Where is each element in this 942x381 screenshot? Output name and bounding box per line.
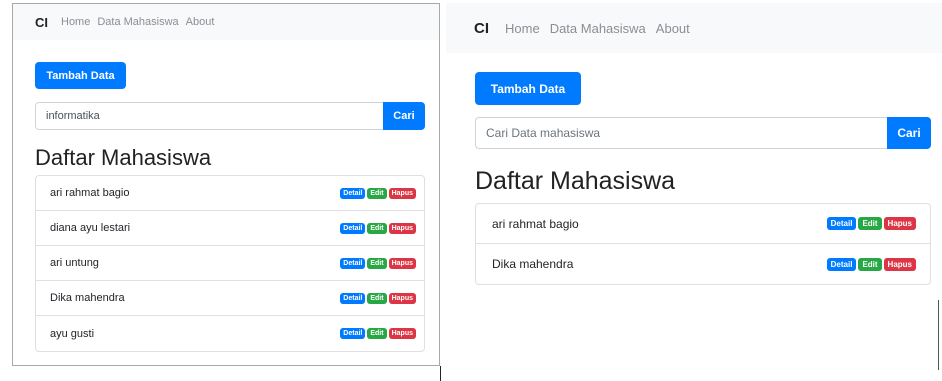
right-screenshot: CI Home Data Mahasiswa About Tambah Data… <box>446 3 942 289</box>
add-data-button[interactable]: Tambah Data <box>35 62 126 89</box>
student-name: Dika mahendra <box>50 292 125 304</box>
page-title: Daftar Mahasiswa <box>475 167 676 195</box>
delete-badge[interactable]: Hapus <box>388 257 416 269</box>
list-item: ayu gusti Detail Edit Hapus <box>36 316 424 351</box>
edit-badge[interactable]: Edit <box>367 222 387 234</box>
detail-badge[interactable]: Detail <box>340 187 366 199</box>
search-input[interactable]: Cari Data mahasiswa <box>475 117 887 149</box>
nav-link-about[interactable]: About <box>656 21 690 36</box>
student-name: diana ayu lestari <box>50 222 131 234</box>
nav-link-home[interactable]: Home <box>505 21 540 36</box>
student-name: ari rahmat bagio <box>492 216 579 231</box>
navbar-brand[interactable]: CI <box>35 15 48 30</box>
delete-badge[interactable]: Hapus <box>883 217 916 230</box>
detail-badge[interactable]: Detail <box>340 222 366 234</box>
nav-link-home[interactable]: Home <box>61 16 90 28</box>
navbar: CI Home Data Mahasiswa About <box>446 3 942 53</box>
detail-badge[interactable]: Detail <box>340 292 366 304</box>
search-button[interactable]: Cari <box>383 102 425 130</box>
edit-badge[interactable]: Edit <box>858 257 882 271</box>
edit-badge[interactable]: Edit <box>367 328 387 339</box>
nav-link-data-mahasiswa[interactable]: Data Mahasiswa <box>97 16 178 28</box>
left-screenshot: CI Home Data Mahasiswa About Tambah Data… <box>12 3 440 366</box>
detail-badge[interactable]: Detail <box>340 328 366 339</box>
student-list: ari rahmat bagio Detail Edit Hapus Dika … <box>475 203 931 285</box>
delete-badge[interactable]: Hapus <box>388 328 416 339</box>
list-item: Dika mahendra Detail Edit Hapus <box>476 244 930 284</box>
add-data-button[interactable]: Tambah Data <box>475 72 581 105</box>
student-list: ari rahmat bagio Detail Edit Hapus diana… <box>35 175 425 352</box>
nav-link-about[interactable]: About <box>186 16 215 28</box>
student-name: ayu gusti <box>50 327 95 340</box>
search-group: Cari Data mahasiswa Cari <box>475 117 931 149</box>
edit-badge[interactable]: Edit <box>858 217 882 230</box>
list-item: ari rahmat bagio Detail Edit Hapus <box>476 204 930 244</box>
list-item: ari rahmat bagio Detail Edit Hapus <box>36 176 424 211</box>
navbar-brand[interactable]: CI <box>474 20 489 37</box>
delete-badge[interactable]: Hapus <box>388 292 416 304</box>
navbar: CI Home Data Mahasiswa About <box>13 4 439 40</box>
edit-badge[interactable]: Edit <box>367 292 387 304</box>
search-input[interactable]: informatika <box>35 102 383 130</box>
delete-badge[interactable]: Hapus <box>388 222 416 234</box>
delete-badge[interactable]: Hapus <box>388 187 416 199</box>
student-name: ari rahmat bagio <box>50 187 130 199</box>
list-item: Dika mahendra Detail Edit Hapus <box>36 281 424 316</box>
separator-line-right <box>938 300 939 370</box>
edit-badge[interactable]: Edit <box>367 257 387 269</box>
detail-badge[interactable]: Detail <box>340 257 366 269</box>
detail-badge[interactable]: Detail <box>826 257 857 271</box>
list-item: diana ayu lestari Detail Edit Hapus <box>36 211 424 246</box>
search-input-value: informatika <box>46 110 100 122</box>
student-name: Dika mahendra <box>492 257 574 271</box>
edit-badge[interactable]: Edit <box>367 187 387 199</box>
page-title: Daftar Mahasiswa <box>35 145 212 170</box>
detail-badge[interactable]: Detail <box>826 217 857 230</box>
search-button[interactable]: Cari <box>887 117 931 149</box>
list-item: ari untung Detail Edit Hapus <box>36 246 424 281</box>
student-name: ari untung <box>50 257 99 269</box>
search-group: informatika Cari <box>35 102 425 130</box>
nav-link-data-mahasiswa[interactable]: Data Mahasiswa <box>550 21 646 36</box>
separator-line <box>440 366 441 381</box>
search-input-placeholder: Cari Data mahasiswa <box>486 126 601 140</box>
delete-badge[interactable]: Hapus <box>883 257 916 271</box>
